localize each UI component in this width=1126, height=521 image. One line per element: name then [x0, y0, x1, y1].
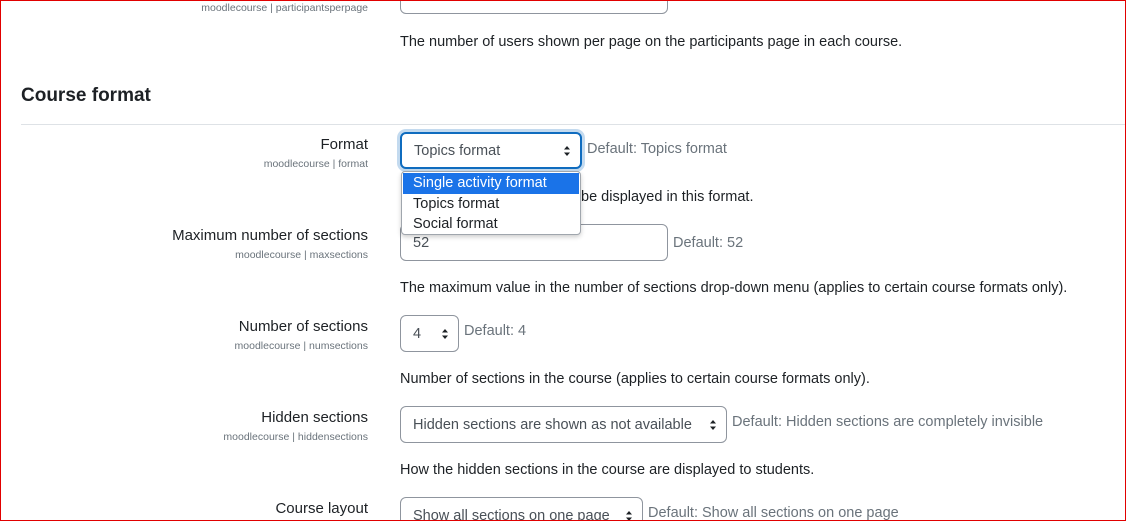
numsections-value: 4: [413, 325, 422, 342]
format-option-social[interactable]: Social format: [402, 214, 580, 235]
format-option-single-activity[interactable]: Single activity format: [403, 173, 579, 194]
numsections-default: Default: 4: [464, 323, 527, 339]
maxsections-value: 52: [413, 234, 430, 251]
select-caret-icon: [626, 510, 632, 520]
format-setting-id: moodlecourse | format: [263, 158, 368, 170]
format-select-value: Topics format: [414, 142, 501, 159]
hiddensections-description: How the hidden sections in the course ar…: [400, 462, 815, 478]
select-caret-icon: [710, 419, 716, 430]
maxsections-default: Default: 52: [673, 235, 744, 251]
numsections-setting-id: moodlecourse | numsections: [234, 340, 368, 352]
hiddensections-default: Default: Hidden sections are completely …: [732, 414, 1044, 430]
participants-description: The number of users shown per page on th…: [400, 34, 903, 50]
format-select[interactable]: Topics format: [400, 132, 582, 169]
hiddensections-label: Hidden sections: [261, 409, 368, 426]
numsections-description: Number of sections in the course (applie…: [400, 371, 870, 387]
format-default: Default: Topics format: [587, 141, 727, 157]
hiddensections-select[interactable]: Hidden sections are shown as not availab…: [400, 406, 727, 443]
format-option-topics[interactable]: Topics format: [402, 194, 580, 215]
format-label: Format: [320, 136, 368, 153]
section-title: Course format: [21, 85, 151, 106]
format-description: be displayed in this format.: [581, 189, 754, 205]
maxsections-setting-id: moodlecourse | maxsections: [235, 249, 368, 261]
hiddensections-setting-id: moodlecourse | hiddensections: [223, 431, 368, 443]
numsections-select[interactable]: 4: [400, 315, 459, 352]
numsections-label: Number of sections: [238, 318, 368, 335]
participants-setting-id: moodlecourse | participantsperpage: [201, 2, 368, 14]
section-divider: [21, 124, 1125, 125]
participants-per-page-input[interactable]: [400, 1, 668, 14]
select-caret-icon: [442, 328, 448, 339]
maxsections-description: The maximum value in the number of secti…: [400, 280, 1068, 296]
courselayout-select[interactable]: Show all sections on one page: [400, 497, 643, 521]
select-caret-icon: [564, 145, 570, 156]
courselayout-value: Show all sections on one page: [413, 507, 610, 521]
settings-page: moodlecourse | participantsperpage The n…: [0, 0, 1126, 521]
hiddensections-value: Hidden sections are shown as not availab…: [413, 416, 692, 433]
maxsections-label: Maximum number of sections: [172, 227, 368, 244]
courselayout-default: Default: Show all sections on one page: [648, 505, 899, 521]
courselayout-label: Course layout: [275, 500, 368, 517]
format-dropdown-list: Single activity format Topics format Soc…: [401, 171, 581, 235]
